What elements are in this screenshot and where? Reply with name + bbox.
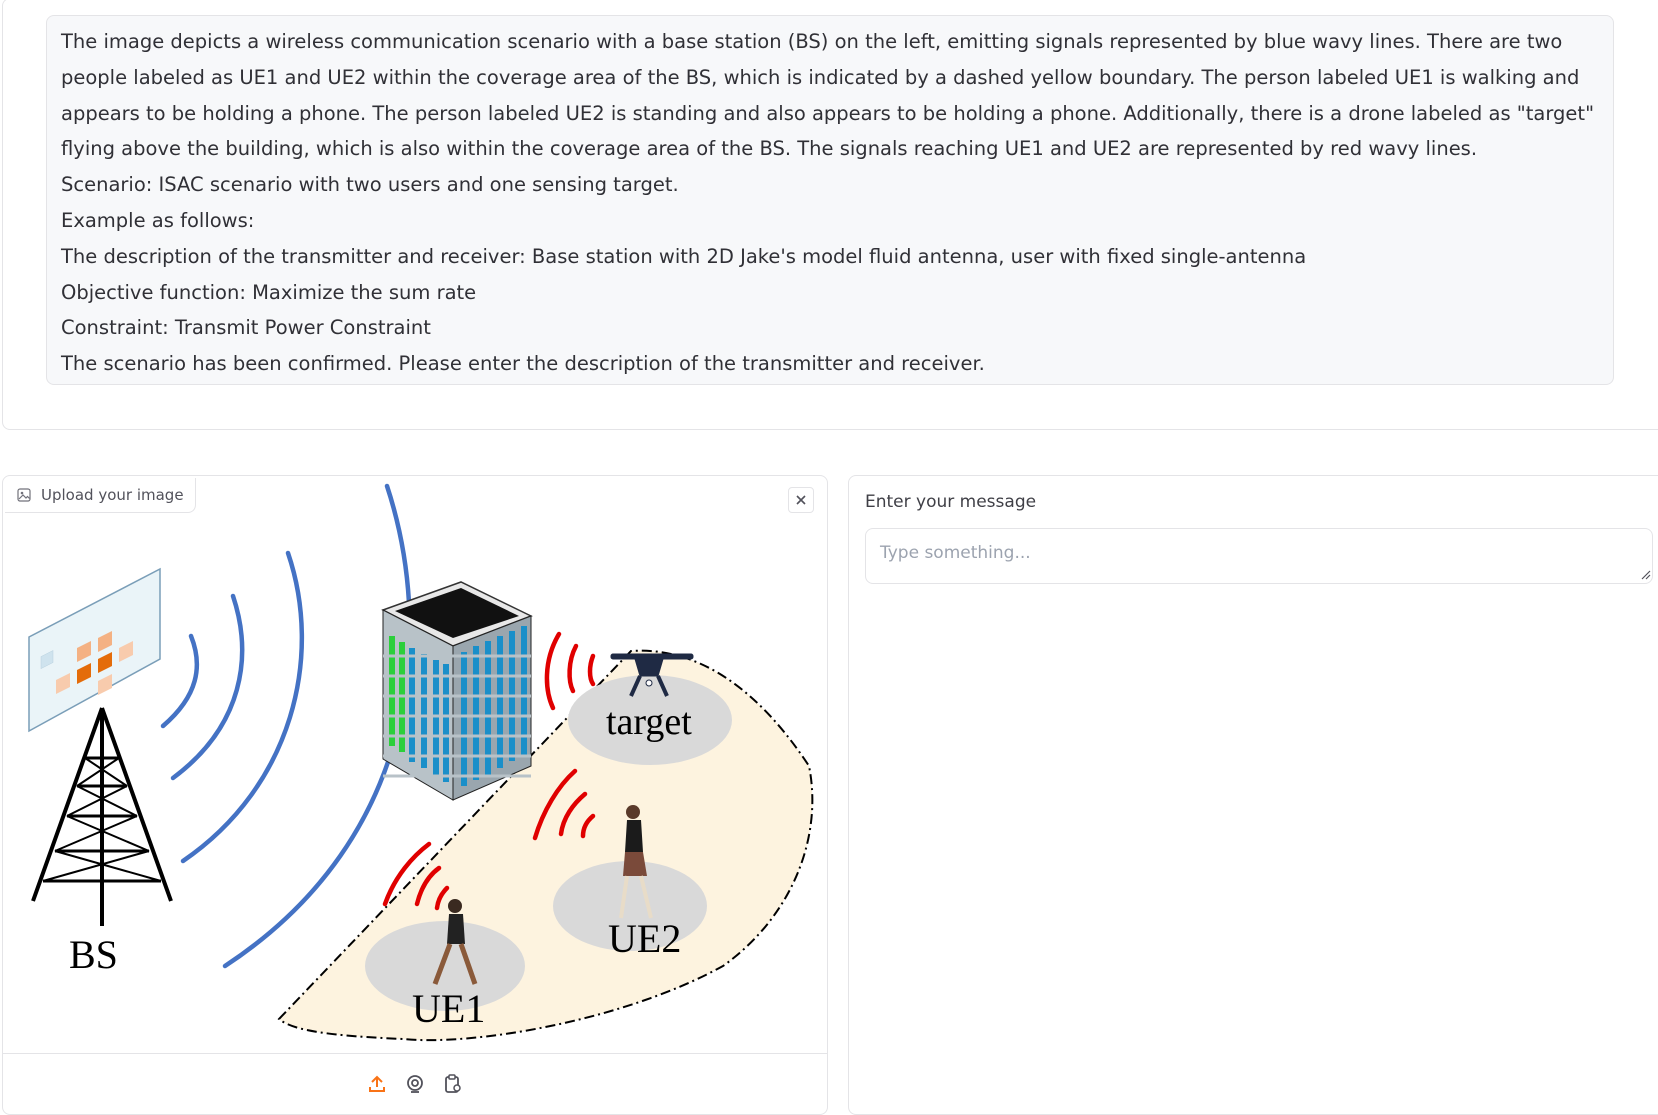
base-station-tower xyxy=(31,707,173,926)
ue2-label: UE2 xyxy=(608,916,681,961)
message-panel: Enter your message xyxy=(848,475,1658,1115)
blue-signal-waves xyxy=(160,483,412,969)
message-line: The description of the transmitter and r… xyxy=(61,244,1307,268)
building-image xyxy=(381,581,533,801)
coverage-area xyxy=(277,649,814,1042)
close-icon xyxy=(796,495,806,505)
message-line: The image depicts a wireless communicati… xyxy=(61,30,1595,161)
message-line: Example as follows: xyxy=(61,208,255,232)
bot-message: The image depicts a wireless communicati… xyxy=(46,15,1614,385)
bs-label: BS xyxy=(69,932,118,977)
target-label: target xyxy=(606,701,692,743)
resize-handle-icon[interactable] xyxy=(1641,570,1651,580)
clipboard-icon[interactable] xyxy=(441,1072,465,1096)
message-input[interactable] xyxy=(865,528,1653,584)
message-line: The scenario has been confirmed. Please … xyxy=(61,352,985,376)
uploaded-image: BS target UE2 UE1 xyxy=(3,476,827,1053)
image-icon xyxy=(17,488,31,502)
message-line: Scenario: ISAC scenario with two users a… xyxy=(61,173,679,197)
message-label: Enter your message xyxy=(865,492,1037,512)
image-upload-panel: BS target UE2 UE1 Upload your image xyxy=(2,475,828,1115)
clear-image-button[interactable] xyxy=(788,487,814,513)
message-line: Constraint: Transmit Power Constraint xyxy=(61,316,431,340)
upload-image-label: Upload your image xyxy=(5,478,196,513)
image-source-toolbar xyxy=(3,1053,827,1114)
ue1-label: UE1 xyxy=(412,986,485,1031)
antenna-panel xyxy=(28,567,161,733)
upload-image-label-text: Upload your image xyxy=(41,486,184,504)
upload-icon[interactable] xyxy=(365,1072,389,1096)
webcam-icon[interactable] xyxy=(403,1072,427,1096)
isac-scenario-diagram: BS target UE2 UE1 xyxy=(28,483,814,1042)
chatbot-panel: The image depicts a wireless communicati… xyxy=(2,0,1658,430)
message-line: Objective function: Maximize the sum rat… xyxy=(61,280,477,304)
